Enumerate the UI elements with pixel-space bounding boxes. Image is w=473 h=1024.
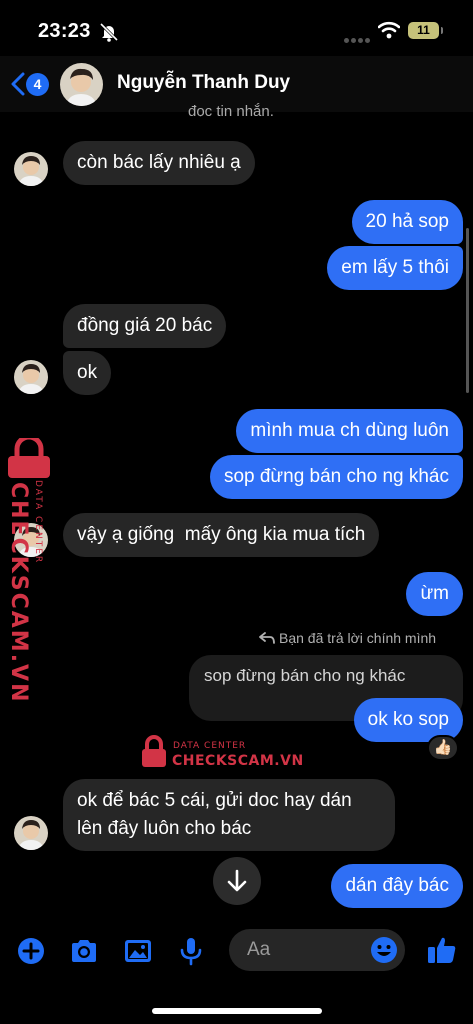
message-input-wrapper bbox=[229, 929, 405, 971]
watermark-vertical: CHECKSCAM.VN DATA CENTER bbox=[4, 438, 54, 703]
outgoing-message[interactable]: 20 hả sop bbox=[351, 200, 463, 244]
sender-avatar[interactable] bbox=[14, 152, 48, 186]
image-icon[interactable] bbox=[123, 936, 153, 966]
incoming-message[interactable]: ok bbox=[63, 351, 112, 395]
thumbs-up-icon[interactable] bbox=[426, 934, 458, 966]
watermark-tag: DATA CENTER bbox=[173, 741, 247, 751]
message-composer bbox=[0, 918, 473, 984]
reply-arrow-icon bbox=[259, 632, 275, 644]
watermark-brand: CHECKSCAM.VN bbox=[6, 482, 31, 704]
incoming-message[interactable]: còn bác lấy nhiêu ạ bbox=[63, 141, 255, 185]
scrollbar[interactable] bbox=[466, 228, 469, 393]
outgoing-message[interactable]: mình mua ch dùng luôn bbox=[236, 409, 463, 453]
scroll-down-button[interactable] bbox=[213, 857, 261, 905]
back-button[interactable]: 4 bbox=[10, 70, 50, 98]
message-line: lên đây luôn cho bác bbox=[77, 818, 252, 839]
contact-avatar[interactable] bbox=[60, 63, 103, 106]
chevron-down-icon bbox=[227, 869, 247, 892]
watermark-brand: CHECKSCAM.VN bbox=[172, 753, 304, 769]
outgoing-message[interactable]: sop đừng bán cho ng khác bbox=[209, 455, 463, 499]
reaction-badge[interactable]: 👍🏻 bbox=[427, 735, 459, 761]
emoji-icon[interactable] bbox=[369, 935, 399, 965]
camera-icon[interactable] bbox=[69, 936, 99, 966]
outgoing-message[interactable]: em lấy 5 thôi bbox=[327, 246, 463, 290]
contact-name[interactable]: Nguyễn Thanh Duy bbox=[117, 72, 290, 94]
wifi-icon bbox=[378, 21, 400, 39]
unread-count-badge: 4 bbox=[26, 73, 49, 96]
battery-indicator: 11 bbox=[408, 22, 443, 39]
message-input[interactable] bbox=[229, 929, 369, 971]
status-time: 23:23 bbox=[38, 20, 91, 42]
incoming-message[interactable]: đồng giá 20 bác bbox=[63, 304, 227, 348]
message-line: ok để bác 5 cái, gửi doc hay dán bbox=[77, 790, 352, 811]
sender-avatar[interactable] bbox=[14, 360, 48, 394]
signal-dots bbox=[344, 30, 372, 48]
watermark-horizontal: DATA CENTER CHECKSCAM.VN bbox=[140, 733, 303, 773]
partial-message-text: đọc tin nhắn. bbox=[188, 103, 274, 117]
outgoing-message[interactable]: ừm bbox=[406, 572, 463, 616]
lock-icon bbox=[8, 438, 50, 478]
bell-slash-icon bbox=[99, 22, 119, 42]
outgoing-message[interactable]: dán đây bác bbox=[331, 864, 463, 908]
reply-label-text: Bạn đã trả lời chính mình bbox=[279, 630, 437, 646]
home-indicator bbox=[152, 1008, 322, 1014]
microphone-icon[interactable] bbox=[176, 936, 206, 966]
reply-label: Bạn đã trả lời chính mình bbox=[259, 630, 436, 646]
incoming-message[interactable]: vậy ạ giống mấy ông kia mua tích bbox=[63, 513, 380, 557]
watermark-tag: DATA CENTER bbox=[33, 480, 43, 565]
incoming-message[interactable]: ok để bác 5 cái, gửi doc hay dán lên đây… bbox=[63, 779, 395, 851]
sender-avatar[interactable] bbox=[14, 816, 48, 850]
status-bar: 23:23 11 bbox=[0, 0, 473, 62]
plus-icon[interactable] bbox=[16, 936, 46, 966]
lock-icon bbox=[142, 735, 166, 767]
back-chevron-icon bbox=[11, 72, 25, 96]
